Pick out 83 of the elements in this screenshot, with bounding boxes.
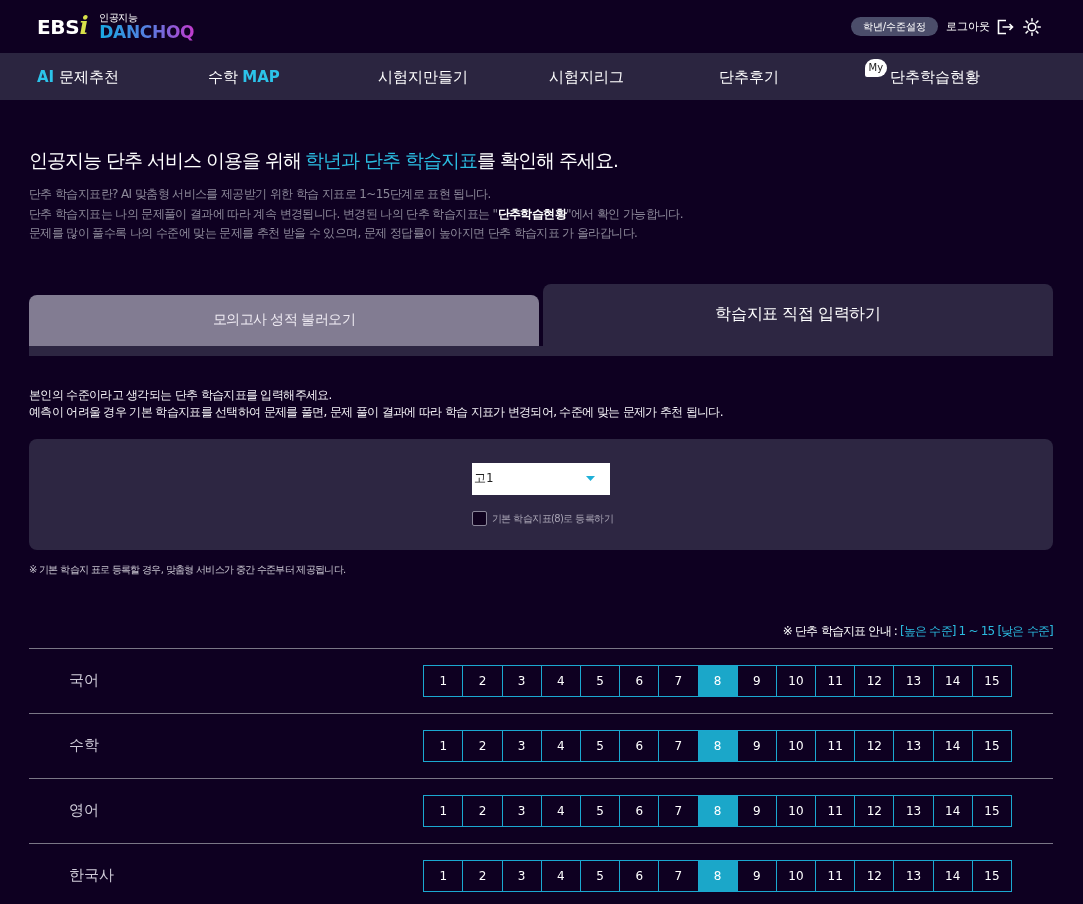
speech-bubble-badge: My: [864, 58, 888, 77]
level-option[interactable]: 2: [462, 729, 503, 762]
level-option[interactable]: 15: [971, 794, 1012, 827]
description-text: 단추 학습지표는 나의 문제풀이 결과에 따라 계속 변경됩니다. 변경된 나의 단추 학습지표는 "단추학습현황"에서 확인 가능합니다.: [29, 205, 685, 223]
level-option[interactable]: 12: [854, 729, 895, 762]
level-option[interactable]: 4: [540, 859, 581, 892]
level-option[interactable]: 6: [619, 729, 660, 762]
level-option[interactable]: 1: [423, 729, 464, 762]
level-option[interactable]: 13: [893, 794, 934, 827]
level-option[interactable]: 11: [815, 729, 856, 762]
level-option[interactable]: 14: [932, 859, 973, 892]
subject-label: 영어: [69, 801, 99, 820]
nav-link[interactable]: 수학 MAP: [207, 66, 280, 87]
level-option[interactable]: 10: [775, 664, 817, 697]
level-option[interactable]: 5: [579, 794, 621, 827]
sun-icon[interactable]: [1023, 17, 1041, 36]
nav-link[interactable]: 시험지리그: [548, 66, 624, 87]
level-option[interactable]: 2: [462, 664, 503, 697]
level-option[interactable]: 13: [893, 729, 934, 762]
level-option[interactable]: 4: [540, 664, 581, 697]
nav-link[interactable]: 단추후기: [719, 66, 779, 87]
level-option[interactable]: 11: [815, 794, 856, 827]
subject-label: 한국사: [69, 866, 114, 885]
checkbox-label: 기본 학습지표(8)로 등록하기: [492, 511, 613, 526]
level-option[interactable]: 10: [775, 794, 817, 827]
level-option[interactable]: 13: [893, 664, 934, 697]
subject-label: 수학: [69, 736, 99, 755]
level-option[interactable]: 1: [423, 794, 464, 827]
nav-link[interactable]: AI 문제추천: [37, 66, 119, 87]
level-option[interactable]: 6: [619, 664, 660, 697]
subject-label: 국어: [69, 671, 99, 690]
caret-icon: [586, 476, 595, 481]
level-option[interactable]: 9: [736, 664, 777, 697]
level-option[interactable]: 4: [540, 794, 581, 827]
nav-link[interactable]: 시험지만들기: [378, 66, 468, 87]
grade-select[interactable]: 고1: [472, 462, 610, 495]
level-option[interactable]: 13: [893, 859, 934, 892]
level-option[interactable]: 11: [815, 664, 856, 697]
tab[interactable]: 학습지표 직접 입력하기: [543, 283, 1053, 346]
level-option[interactable]: 3: [501, 859, 542, 892]
description-text: 단추 학습지표란? AI 맞춤형 서비스를 제공받기 위한 학습 지표로 1~15단계로 표현 됩니다.: [29, 186, 492, 203]
level-option[interactable]: 2: [462, 859, 503, 892]
level-option[interactable]: 6: [619, 794, 660, 827]
level-option[interactable]: 5: [579, 729, 621, 762]
danchoq-logo: DANCHOQ: [99, 22, 195, 42]
level-option[interactable]: 15: [971, 859, 1012, 892]
level-option[interactable]: 12: [854, 859, 895, 892]
grade-level-button[interactable]: 학년/수준설정: [850, 17, 938, 36]
level-option[interactable]: 14: [932, 794, 973, 827]
level-option[interactable]: 12: [854, 794, 895, 827]
level-option[interactable]: 10: [775, 859, 817, 892]
note-text: ※ 기본 학습지 표로 등록할 경우, 맞춤형 서비스가 중간 수준부터 제공됩니다.: [29, 562, 347, 576]
description-text: 문제를 많이 풀수록 나의 수준에 맞는 문제를 추천 받을 수 있으며, 문제 정답률이 높아지면 단추 학습지표 가 올라갑니다.: [29, 225, 639, 242]
level-option[interactable]: 6: [619, 859, 660, 892]
level-option[interactable]: 9: [736, 859, 777, 892]
level-option[interactable]: 1: [423, 859, 464, 892]
logout-icon[interactable]: [997, 18, 1014, 35]
page-heading: 인공지능 단추 서비스 이용을 위해 학년과 단추 학습지표를 확인해 주세요.: [29, 149, 619, 173]
level-option[interactable]: 1: [423, 664, 464, 697]
level-option[interactable]: 3: [501, 794, 542, 827]
level-option[interactable]: 14: [932, 729, 973, 762]
level-guide-text: ※ 단추 학습지표 안내 : [높은 수준] 1 ~ 15 [낮은 수준]: [781, 622, 1053, 639]
level-option[interactable]: 3: [501, 729, 542, 762]
level-option[interactable]: 5: [579, 859, 621, 892]
ebsi-logo: EBSi: [37, 14, 89, 39]
checkbox[interactable]: [472, 510, 487, 526]
logo-tagline: 인공지능: [99, 11, 139, 23]
level-option[interactable]: 11: [815, 859, 856, 892]
level-option[interactable]: 2: [462, 794, 503, 827]
level-option[interactable]: 9: [736, 794, 777, 827]
nav-link[interactable]: 단추학습현황: [889, 66, 980, 87]
level-option[interactable]: 5: [579, 664, 621, 697]
level-option[interactable]: 4: [540, 729, 581, 762]
instruction-text: 본인의 수준이라고 생각되는 단추 학습지표를 입력해주세요.: [29, 386, 333, 404]
level-option[interactable]: 10: [775, 729, 817, 762]
level-option[interactable]: 15: [971, 729, 1012, 762]
logout-link[interactable]: 로그아웃: [946, 19, 990, 34]
instruction-text: 예측이 어려울 경우 기본 학습지표를 선택하여 문제를 풀면, 문제 풀이 결과에 따라 학습 지표가 변경되어, 수준에 맞는 문제가 추천 됩니다.: [29, 403, 724, 421]
level-option[interactable]: 9: [736, 729, 777, 762]
level-option[interactable]: 3: [501, 664, 542, 697]
level-option[interactable]: 15: [971, 664, 1012, 697]
level-option[interactable]: 14: [932, 664, 973, 697]
level-option[interactable]: 12: [854, 664, 895, 697]
